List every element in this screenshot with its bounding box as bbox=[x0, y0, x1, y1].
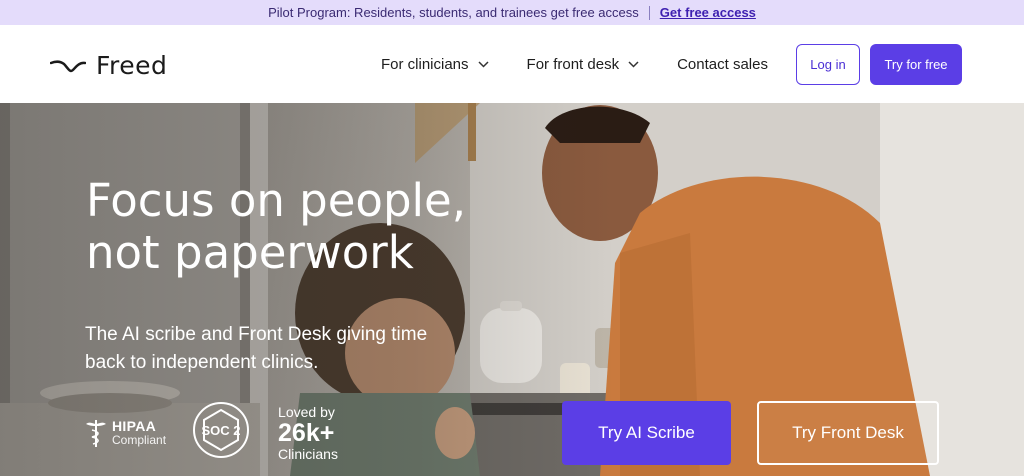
nav-for-front-desk[interactable]: For front desk bbox=[527, 56, 640, 73]
hero-headline-line-2: not paperwork bbox=[86, 226, 414, 279]
hipaa-title: HIPAA bbox=[112, 417, 157, 434]
caduceus-icon bbox=[86, 419, 106, 447]
soc2-badge: SOC 2 bbox=[192, 401, 250, 464]
banner-divider bbox=[648, 5, 650, 20]
nav-links: For clinicians For front desk Contact sa… bbox=[381, 56, 768, 73]
try-for-free-button[interactable]: Try for free bbox=[870, 44, 962, 85]
nav-for-clinicians[interactable]: For clinicians bbox=[381, 56, 489, 73]
login-button[interactable]: Log in bbox=[796, 44, 860, 85]
clinicians-label: Clinicians bbox=[278, 445, 338, 462]
hero-headline-line-1: Focus on people, bbox=[86, 174, 467, 227]
hipaa-subtitle: Compliant bbox=[112, 432, 167, 447]
top-navigation: Freed For clinicians For front desk Cont… bbox=[0, 25, 1024, 103]
hero-section: Focus on people, not paperwork The AI sc… bbox=[0, 103, 1024, 476]
get-free-access-link[interactable]: Get free access bbox=[660, 5, 756, 20]
brand-name: Freed bbox=[96, 51, 168, 80]
chevron-down-icon bbox=[628, 61, 639, 68]
soc2-seal-icon: SOC 2 bbox=[193, 402, 250, 458]
nav-for-front-desk-label: For front desk bbox=[526, 56, 620, 73]
nav-contact-sales-label: Contact sales bbox=[677, 56, 768, 73]
promo-banner-text: Pilot Program: Residents, students, and … bbox=[268, 5, 639, 20]
hipaa-badge: HIPAA Compliant bbox=[84, 418, 166, 448]
soc2-label: SOC 2 bbox=[202, 423, 241, 438]
loved-by-stat: Loved by 26k+ Clinicians bbox=[278, 404, 338, 462]
trust-badges: HIPAA Compliant SOC 2 Loved by 26k+ Clin… bbox=[84, 401, 338, 464]
chevron-down-icon bbox=[478, 61, 489, 68]
brand-logo[interactable]: Freed bbox=[50, 51, 167, 80]
hero-subheadline: The AI scribe and Front Desk giving time… bbox=[85, 324, 428, 373]
loved-by-label: Loved by bbox=[278, 403, 335, 420]
freed-wave-icon bbox=[50, 59, 86, 72]
hero-headline: Focus on people, not paperwork bbox=[86, 175, 506, 279]
try-ai-scribe-button[interactable]: Try AI Scribe bbox=[562, 401, 731, 465]
nav-contact-sales[interactable]: Contact sales bbox=[677, 56, 768, 73]
promo-banner: Pilot Program: Residents, students, and … bbox=[0, 0, 1024, 25]
try-front-desk-button[interactable]: Try Front Desk bbox=[757, 401, 939, 465]
clinician-count: 26k+ bbox=[278, 418, 335, 447]
nav-for-clinicians-label: For clinicians bbox=[381, 56, 469, 73]
